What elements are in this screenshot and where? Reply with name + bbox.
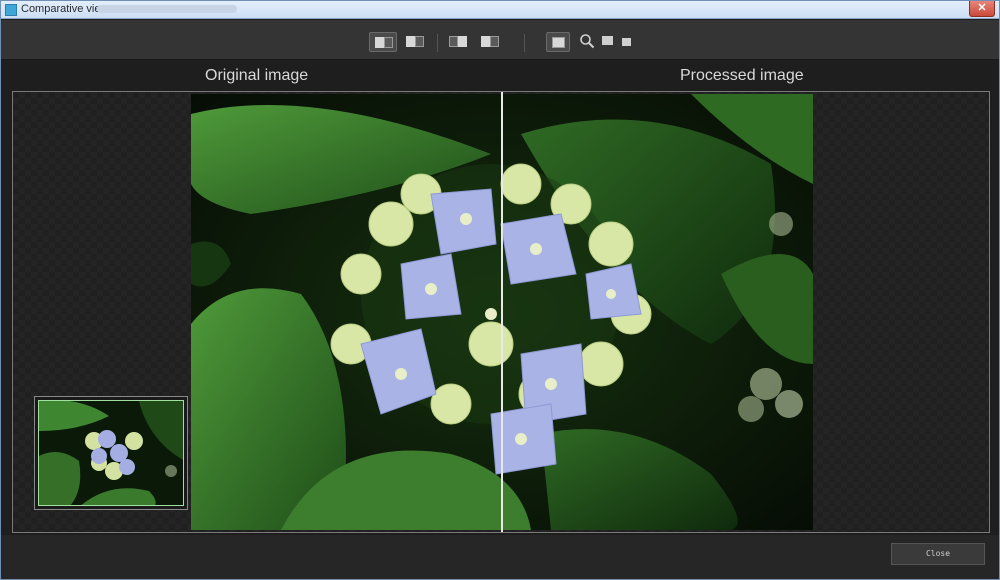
toolbar-separator bbox=[437, 34, 438, 52]
split-alt-icon bbox=[406, 36, 415, 47]
side-by-side-left-button[interactable] bbox=[444, 32, 472, 52]
split-view-vertical-button[interactable] bbox=[369, 32, 397, 52]
split-view-alt-button[interactable] bbox=[401, 32, 429, 52]
split-divider-handle[interactable] bbox=[501, 92, 503, 532]
title-path-blurred bbox=[97, 5, 237, 13]
actual-size-icon bbox=[622, 38, 631, 46]
side-left-icon bbox=[449, 36, 458, 47]
actual-size-button[interactable] bbox=[619, 32, 635, 52]
side-right-icon bbox=[481, 36, 490, 47]
navigator-thumbnail[interactable] bbox=[34, 396, 188, 510]
app-icon bbox=[5, 4, 17, 16]
navigator-preview bbox=[38, 400, 184, 506]
close-button[interactable]: Close bbox=[891, 543, 985, 565]
original-image-label: Original image bbox=[205, 67, 309, 84]
comparison-viewer[interactable] bbox=[12, 91, 990, 533]
toolbar bbox=[1, 20, 999, 60]
processed-image-label: Processed image bbox=[680, 67, 804, 84]
window-title: Comparative view bbox=[21, 3, 109, 15]
title-bar[interactable]: Comparative view ✕ bbox=[1, 1, 999, 19]
magnifier-icon[interactable] bbox=[579, 33, 595, 49]
single-view-button[interactable] bbox=[546, 32, 570, 52]
footer-bar: Close bbox=[1, 535, 999, 579]
fit-icon bbox=[602, 36, 613, 45]
comparative-view-window: Comparative view ✕ Original image Proces… bbox=[0, 0, 1000, 580]
toolbar-separator bbox=[524, 34, 525, 52]
window-close-button[interactable]: ✕ bbox=[969, 1, 995, 17]
single-view-icon bbox=[552, 37, 565, 48]
fit-to-window-button[interactable] bbox=[599, 32, 617, 52]
side-by-side-right-button[interactable] bbox=[476, 32, 504, 52]
split-vertical-icon bbox=[375, 37, 384, 48]
